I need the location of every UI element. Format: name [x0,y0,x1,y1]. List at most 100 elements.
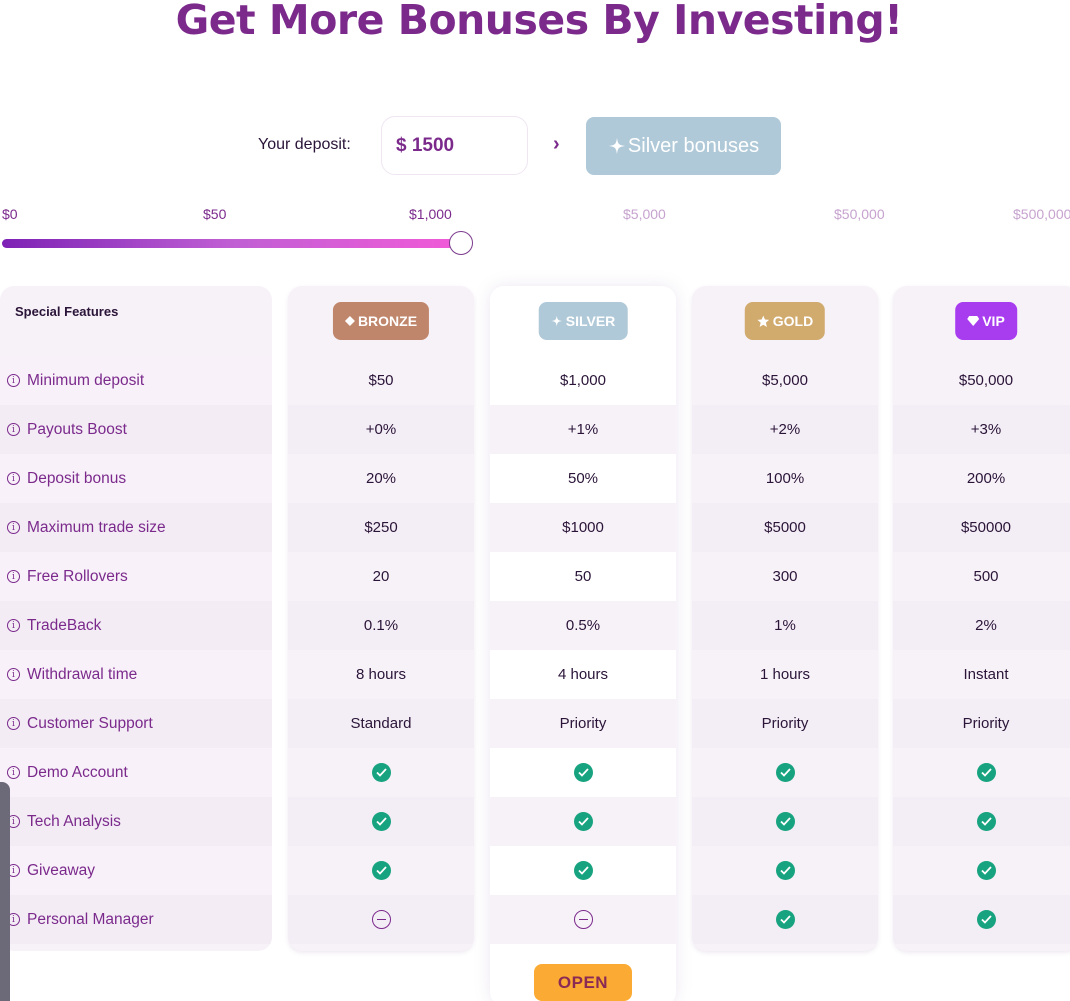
check-icon [775,861,795,880]
tier-value: $250 [364,519,398,536]
chevron-right-icon: › [553,133,560,155]
features-header: Special Features [15,304,119,319]
tier-value: 20 [372,568,390,585]
tier-value: 300 [772,568,798,585]
tier-value: 2% [975,617,997,634]
tier-value: 100% [765,470,805,487]
tier-name: VIP [982,313,1005,329]
tier-cell: Priority [490,699,676,748]
info-icon[interactable]: i [7,766,20,779]
feature-row: i Minimum deposit [0,356,272,405]
tier-cell: 4 hours [490,650,676,699]
tier-badge-vip: VIP [955,302,1017,340]
feature-label: Maximum trade size [27,518,166,536]
deposit-input-field[interactable] [396,134,527,157]
tier-cell: 50 [490,552,676,601]
feature-label: Withdrawal time [27,665,138,683]
tier-value: 1 hours [759,666,811,683]
tier-value: $50,000 [958,372,1014,389]
tier-value: 0.5% [565,617,601,634]
tier-value: +1% [567,421,599,438]
slider-tick: $1,000 [409,206,452,222]
tier-value: 1% [774,617,796,634]
tier-cell: 1% [692,601,878,650]
info-icon[interactable]: i [7,717,20,730]
side-panel-handle[interactable] [0,782,10,1001]
tier-cell: $5,000 [692,356,878,405]
bonus-button-label: Silver bonuses [627,134,760,157]
feature-row: i Tech Analysis [0,797,272,846]
tier-value: $5000 [764,519,806,536]
gem-icon [967,316,980,326]
tier-cell [490,846,676,895]
sparkle-icon [608,137,626,155]
tier-cell [288,797,474,846]
tier-cell: 300 [692,552,878,601]
feature-label: Free Rollovers [27,567,128,585]
tier-cell: 500 [893,552,1070,601]
tier-cell: 0.1% [288,601,474,650]
check-icon [573,812,593,831]
feature-label: Tech Analysis [27,812,121,830]
slider-tick: $500,000 [1013,206,1070,222]
check-icon [976,861,996,880]
tier-cell: $50000 [893,503,1070,552]
tier-cell: Priority [692,699,878,748]
tier-value: 0.1% [363,617,399,634]
tier-value: 50% [567,470,599,487]
info-icon[interactable]: i [7,619,20,632]
tier-cell: 200% [893,454,1070,503]
check-icon [976,763,996,782]
tier-cell: $50 [288,356,474,405]
feature-label: Deposit bonus [27,469,127,487]
tier-value: $50000 [960,519,1012,536]
info-icon[interactable]: i [7,521,20,534]
check-icon [775,910,795,929]
info-icon[interactable]: i [7,668,20,681]
tier-value: 20% [365,470,397,487]
check-icon [371,812,391,831]
tier-cell: 100% [692,454,878,503]
check-icon [573,861,593,880]
tier-cell [288,846,474,895]
tier-badge-gold: GOLD [744,302,826,340]
tier-column-bronze: BRONZE $50 +0% 20% $250 20 0.1% 8 hours Standar… [288,286,474,951]
tier-cell: +0% [288,405,474,454]
tier-name: SILVER [565,313,616,329]
check-icon [775,763,795,782]
tier-value: +3% [970,421,1002,438]
tier-name: BRONZE [357,313,418,329]
deposit-label: Your deposit: [258,136,351,153]
slider-tick: $50 [203,206,227,222]
tier-cell: 20% [288,454,474,503]
tier-value: Standard [350,715,412,732]
tier-value: Priority [559,715,607,732]
feature-row: i Payouts Boost [0,405,272,454]
tier-cell [490,797,676,846]
tier-cell [692,797,878,846]
info-icon[interactable]: i [7,472,20,485]
silver-bonuses-button[interactable]: Silver bonuses [586,117,781,175]
feature-row: i Free Rollovers [0,552,272,601]
open-button[interactable]: OPEN [534,964,632,1001]
tier-cell [692,895,878,944]
feature-row: i Customer Support [0,699,272,748]
feature-row: i Maximum trade size [0,503,272,552]
tier-cell [490,895,676,944]
tier-cell: $50,000 [893,356,1070,405]
check-icon [976,812,996,831]
tier-cell [692,846,878,895]
check-icon [371,763,391,782]
slider-thumb[interactable] [449,231,474,255]
tier-cell [893,895,1070,944]
deposit-input[interactable] [381,116,528,175]
info-icon[interactable]: i [7,374,20,387]
info-icon[interactable]: i [7,423,20,436]
info-icon[interactable]: i [7,570,20,583]
minus-circle-icon [573,910,593,929]
tier-cell: Standard [288,699,474,748]
tier-cell [692,748,878,797]
feature-row: i Deposit bonus [0,454,272,503]
feature-label: Payouts Boost [27,420,127,438]
feature-row: i Withdrawal time [0,650,272,699]
